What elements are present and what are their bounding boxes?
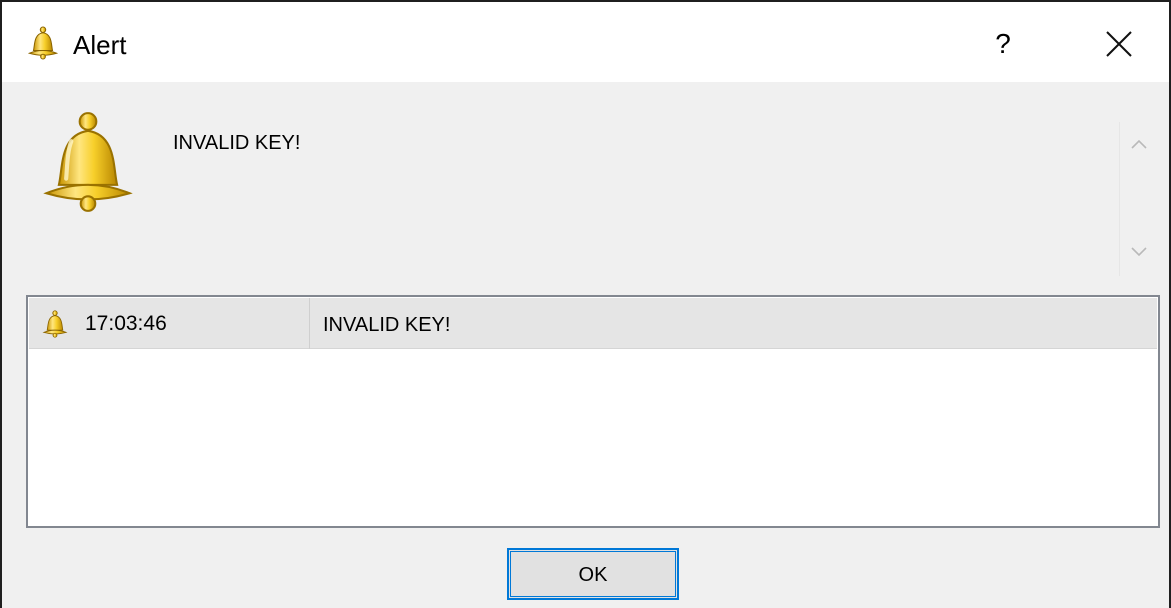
list-item[interactable]: 17:03:46 INVALID KEY! [29, 298, 1157, 349]
alert-list[interactable]: 17:03:46 INVALID KEY! [26, 295, 1160, 528]
bell-icon [41, 310, 69, 338]
chevron-down-icon[interactable] [1130, 246, 1148, 258]
title-bar: Alert ? [2, 2, 1169, 82]
ok-button[interactable]: OK [507, 548, 679, 600]
question-mark-icon: ? [995, 28, 1011, 59]
bell-icon [26, 26, 60, 60]
column-divider [309, 298, 310, 349]
alert-message: INVALID KEY! [173, 132, 301, 154]
message-scrollbar[interactable] [1119, 122, 1157, 276]
help-button[interactable]: ? [958, 16, 1048, 72]
alert-dialog: Alert ? INVALID KEY! 17:03:46 INVALID KE… [0, 0, 1171, 608]
close-icon [1106, 31, 1132, 57]
alert-row-message: INVALID KEY! [323, 314, 451, 336]
close-button[interactable] [1072, 16, 1168, 72]
alert-time: 17:03:46 [85, 312, 167, 335]
bell-icon [36, 110, 140, 214]
chevron-up-icon[interactable] [1130, 138, 1148, 150]
window-title: Alert [73, 30, 127, 60]
